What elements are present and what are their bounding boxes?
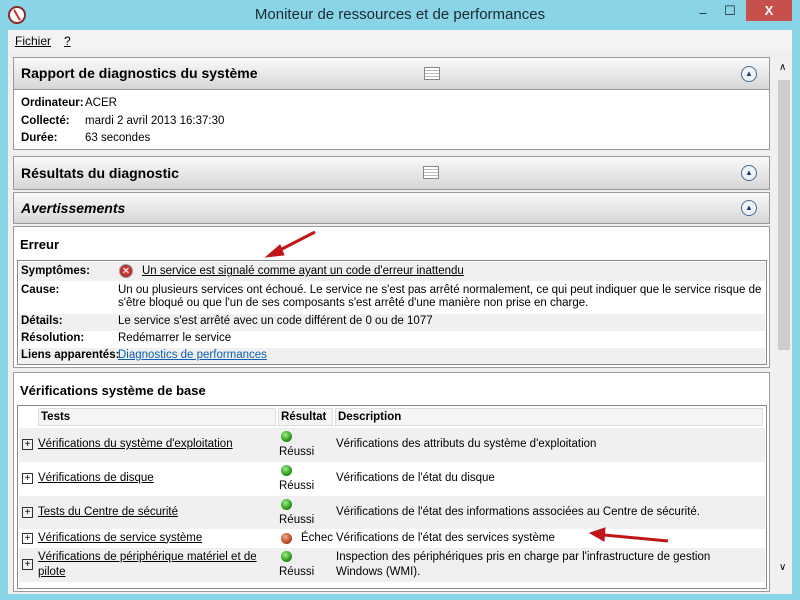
arrow-annotation	[264, 230, 669, 543]
annotation-arrows	[264, 230, 669, 543]
